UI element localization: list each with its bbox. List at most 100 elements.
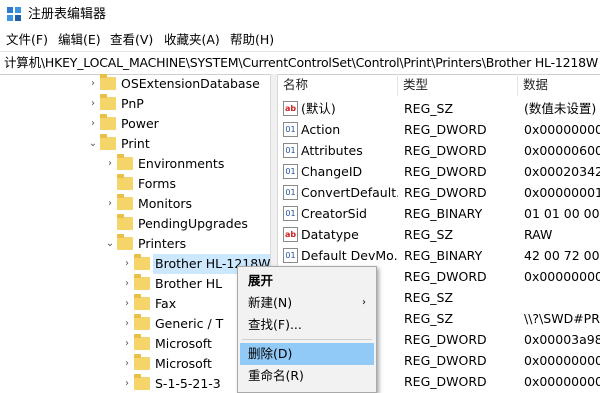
- address-path[interactable]: 计算机\HKEY_LOCAL_MACHINE\SYSTEM\CurrentCon…: [4, 54, 598, 72]
- value-name: Default DevMo...: [301, 248, 398, 263]
- value-row[interactable]: 01Attributes REG_DWORD 0x00000600 (: [278, 140, 600, 161]
- expand-arrow-icon[interactable]: ›: [88, 94, 98, 114]
- tree-item[interactable]: › Brother HL: [0, 274, 270, 294]
- registry-editor-icon: [7, 7, 21, 21]
- folder-icon: [100, 94, 116, 110]
- tree-item-label: Microsoft: [155, 336, 212, 351]
- ctx-rename-item[interactable]: 重命名(R): [240, 365, 374, 387]
- tree-item[interactable]: ⌄ Printers: [0, 234, 270, 254]
- string-value-icon: ab: [283, 227, 298, 242]
- value-row[interactable]: 01 Default DevMo... REG_BINARY 42 00 72 00 …: [278, 245, 600, 266]
- binary-value-icon: 01: [283, 206, 298, 221]
- menu-help[interactable]: 帮助(H): [230, 31, 274, 49]
- expand-arrow-icon[interactable]: ›: [122, 254, 132, 274]
- value-row[interactable]: ab (默认) REG_SZ (数值未设置): [278, 98, 600, 119]
- folder-icon: [100, 134, 116, 150]
- value-type: REG_BINARY: [404, 206, 483, 221]
- tree-item[interactable]: › PnP: [0, 94, 270, 114]
- column-header-name[interactable]: 名称: [278, 74, 398, 96]
- ctx-expand-item[interactable]: 展开: [240, 270, 374, 292]
- value-data: 0x00000000 (: [524, 269, 600, 284]
- context-menu-label: 删除(D): [248, 346, 293, 361]
- value-row[interactable]: 01Action REG_DWORD 0x00000000 (: [278, 119, 600, 140]
- expand-arrow-icon[interactable]: ›: [122, 354, 132, 374]
- ctx-new-item[interactable]: 新建(N) ›: [240, 292, 374, 314]
- expand-arrow-icon[interactable]: ›: [122, 294, 132, 314]
- value-data: 0x00020342 (: [524, 164, 600, 179]
- menu-favorites[interactable]: 收藏夹(A): [164, 31, 220, 49]
- tree-item[interactable]: › Microsoft: [0, 334, 270, 354]
- context-menu: 展开 新建(N) › 查找(F)... 删除(D) 重命名(R): [237, 266, 377, 393]
- value-type: REG_DWORD: [404, 269, 487, 284]
- collapse-arrow-icon[interactable]: ⌄: [88, 134, 98, 154]
- expand-arrow-icon[interactable]: ›: [105, 194, 115, 214]
- folder-icon: [134, 334, 150, 350]
- value-name: ConvertDefault...: [301, 185, 398, 200]
- folder-icon: [117, 154, 133, 170]
- tree-item[interactable]: › Environments: [0, 154, 270, 174]
- tree-item[interactable]: › S-1-5-21-3: [0, 374, 270, 393]
- value-type: REG_DWORD: [404, 122, 487, 137]
- tree-item-label: S-1-5-21-3: [155, 376, 221, 391]
- tree-item-label: Monitors: [138, 196, 193, 211]
- value-row[interactable]: 01CreatorSid REG_BINARY 01 01 00 00 0: [278, 203, 600, 224]
- value-type: REG_SZ: [404, 290, 454, 305]
- value-data: 0x00003a98 (: [524, 332, 600, 347]
- folder-icon: [117, 214, 133, 230]
- menu-file[interactable]: 文件(F): [6, 31, 48, 49]
- value-name: Datatype: [301, 227, 359, 242]
- tree-item[interactable]: › Power: [0, 114, 270, 134]
- tree-item[interactable]: › Monitors: [0, 194, 270, 214]
- tree-item[interactable]: › Fax: [0, 294, 270, 314]
- collapse-arrow-icon[interactable]: ⌄: [105, 234, 115, 254]
- tree-item[interactable]: › Microsoft: [0, 354, 270, 374]
- tree-item[interactable]: › Brother HL-1218W: [0, 254, 270, 274]
- tree-item-label: OSExtensionDatabase: [121, 76, 260, 91]
- ctx-find-item[interactable]: 查找(F)...: [240, 314, 374, 336]
- context-menu-label: 查找(F)...: [248, 317, 302, 332]
- value-name: Action: [301, 122, 341, 137]
- tree-item[interactable]: › Generic / T: [0, 314, 270, 334]
- key-tree[interactable]: › OSExtensionDatabase › PnP › Power ⌄ Print › Env…: [0, 74, 270, 393]
- expand-arrow-icon[interactable]: ›: [122, 314, 132, 334]
- value-data: 0x00000000 (: [524, 353, 600, 368]
- ctx-delete-item[interactable]: 删除(D): [240, 343, 374, 365]
- tree-item[interactable]: ⌄ Print: [0, 134, 270, 154]
- context-menu-label: 重命名(R): [248, 368, 304, 383]
- tree-item[interactable]: PendingUpgrades: [0, 214, 270, 234]
- value-type: REG_DWORD: [404, 143, 487, 158]
- value-name: ChangeID: [301, 164, 363, 179]
- column-header-data[interactable]: 数据: [518, 74, 600, 96]
- value-row[interactable]: ab Datatype REG_SZ RAW: [278, 224, 600, 245]
- value-row[interactable]: 01ChangeID REG_DWORD 0x00020342 (: [278, 161, 600, 182]
- binary-value-icon: 01: [283, 143, 298, 158]
- expand-arrow-icon[interactable]: ›: [88, 74, 98, 94]
- column-header-type[interactable]: 类型: [398, 74, 518, 96]
- tree-item[interactable]: › OSExtensionDatabase: [0, 74, 270, 94]
- value-type: REG_DWORD: [404, 332, 487, 347]
- value-data: RAW: [524, 227, 553, 242]
- tree-item-label: Environments: [138, 156, 225, 171]
- context-menu-label: 新建(N): [248, 295, 293, 310]
- expand-arrow-icon[interactable]: ›: [122, 274, 132, 294]
- value-type: REG_SZ: [404, 311, 454, 326]
- expand-arrow-icon[interactable]: ›: [88, 114, 98, 134]
- folder-icon: [100, 114, 116, 130]
- folder-icon: [134, 254, 150, 270]
- value-type: REG_BINARY: [404, 248, 483, 263]
- expand-arrow-icon[interactable]: ›: [105, 154, 115, 174]
- address-bar[interactable]: 计算机\HKEY_LOCAL_MACHINE\SYSTEM\CurrentCon…: [0, 51, 600, 75]
- menu-edit[interactable]: 编辑(E): [58, 31, 101, 49]
- value-data: \\?\SWD#PRI: [524, 311, 600, 326]
- expand-arrow-icon[interactable]: ›: [122, 374, 132, 393]
- binary-value-icon: 01: [283, 164, 298, 179]
- menu-view[interactable]: 查看(V): [110, 31, 153, 49]
- expand-arrow-icon[interactable]: ›: [122, 334, 132, 354]
- value-type: REG_SZ: [404, 101, 454, 116]
- value-data: 42 00 72 00 6: [524, 248, 600, 263]
- title-bar: 注册表编辑器: [0, 0, 600, 30]
- value-row[interactable]: 01ConvertDefault... REG_DWORD 0x00000001 (: [278, 182, 600, 203]
- binary-value-icon: 01: [283, 248, 298, 263]
- string-value-icon: ab: [283, 101, 298, 116]
- tree-item[interactable]: Forms: [0, 174, 270, 194]
